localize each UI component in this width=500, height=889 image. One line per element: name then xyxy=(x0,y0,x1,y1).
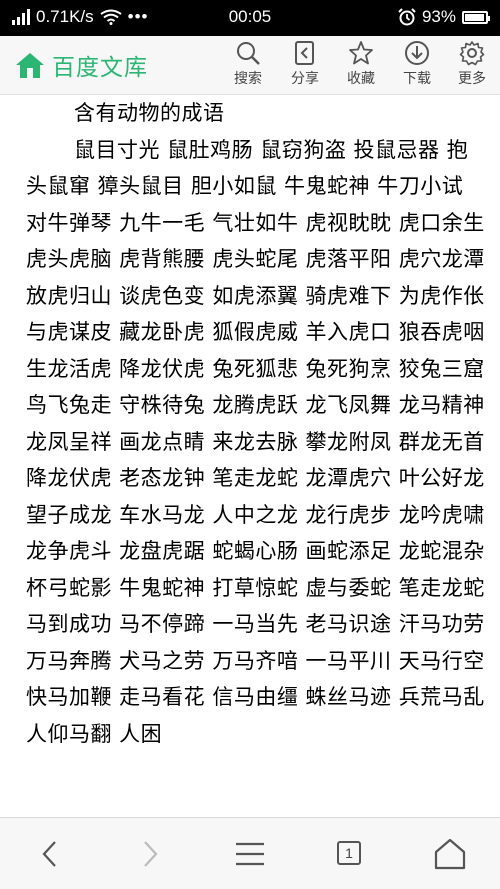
menu-button[interactable] xyxy=(230,836,270,872)
status-bar: 0.71K/s ••• 00:05 93% xyxy=(0,0,500,36)
share-icon xyxy=(295,41,314,65)
app-header: 百度文库 搜索 分享 收藏 下载 更多 xyxy=(0,36,500,95)
favorite-button[interactable]: 收藏 xyxy=(333,40,389,88)
chevron-left-icon xyxy=(42,841,56,867)
status-right: 93% xyxy=(398,7,490,27)
download-icon xyxy=(405,41,429,65)
search-button[interactable]: 搜索 xyxy=(220,40,276,88)
chevron-right-icon xyxy=(144,841,158,867)
brand-title: 百度文库 xyxy=(52,55,148,81)
search-label: 搜索 xyxy=(234,71,262,87)
document-content[interactable]: 含有动物的成语 鼠目寸光 鼠肚鸡肠 鼠窃狗盗 投鼠忌器 抱头鼠窜 獐头鼠目 胆小… xyxy=(0,95,500,817)
download-label: 下载 xyxy=(403,71,431,87)
menu-icon xyxy=(236,842,264,866)
home-icon xyxy=(16,53,44,78)
battery-fill xyxy=(465,13,484,21)
tabs-button[interactable]: 1 xyxy=(337,841,361,865)
idiom-paragraph: 鼠目寸光 鼠肚鸡肠 鼠窃狗盗 投鼠忌器 抱头鼠窜 獐头鼠目 胆小如鼠 牛鬼蛇神 … xyxy=(26,137,485,746)
home-button[interactable] xyxy=(430,836,470,872)
bottom-nav: 1 xyxy=(0,817,500,889)
gear-icon xyxy=(459,41,485,66)
more-button[interactable]: 更多 xyxy=(444,40,500,88)
download-button[interactable]: 下载 xyxy=(389,40,445,88)
forward-button[interactable] xyxy=(130,836,170,872)
brand-logo[interactable]: 百度文库 xyxy=(14,48,148,82)
document-heading: 含有动物的成语 xyxy=(74,101,225,125)
alarm-icon xyxy=(398,8,416,26)
search-icon xyxy=(237,42,260,65)
share-label: 分享 xyxy=(291,71,319,87)
back-button[interactable] xyxy=(30,836,70,872)
battery-icon xyxy=(462,10,490,24)
favorite-label: 收藏 xyxy=(347,71,375,87)
share-button[interactable]: 分享 xyxy=(277,40,333,88)
star-icon xyxy=(349,41,373,65)
battery-percent: 93% xyxy=(421,7,456,26)
more-label: 更多 xyxy=(458,71,486,87)
home-outline-icon xyxy=(434,838,466,870)
